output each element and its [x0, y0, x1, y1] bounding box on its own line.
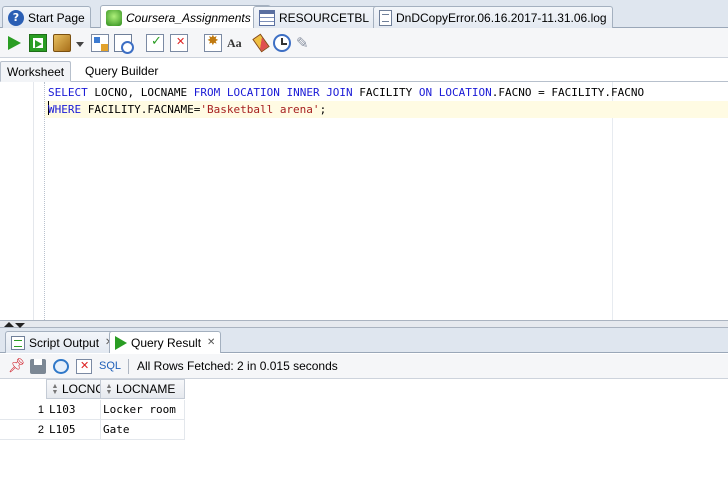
explain-plan-icon[interactable]: [91, 34, 109, 52]
worksheet-subtab-bar: Worksheet Query Builder: [0, 58, 728, 82]
cell-locno[interactable]: L105: [46, 420, 101, 440]
sql-line-2[interactable]: WHERE FACILITY.FACNAME='Basketball arena…: [45, 101, 728, 118]
sql-keyword: SELECT: [48, 86, 88, 99]
sort-icon: ▲ ▼: [51, 382, 59, 396]
tab-label: RESOURCETBL: [279, 10, 370, 25]
fetch-status-text: All Rows Fetched: 2 in 0.015 seconds: [137, 359, 338, 373]
sql-keyword: INNER JOIN: [286, 86, 353, 99]
sql-editor[interactable]: SELECT LOCNO, LOCNAME FROM LOCATION INNE…: [0, 82, 728, 320]
column-header-locname[interactable]: ▲ ▼ LOCNAME: [100, 379, 185, 399]
sql-tuning-icon[interactable]: [204, 33, 222, 52]
log-file-icon: [379, 9, 392, 26]
to-upper-lower-case-icon[interactable]: Aa: [227, 34, 247, 52]
sql-keyword: ON: [418, 86, 433, 99]
row-number: 2: [37, 424, 44, 436]
tab-dnd-copy-error-log[interactable]: DnDCopyError.06.16.2017-11.31.06.log: [373, 6, 613, 28]
sql-text: ;: [319, 103, 327, 116]
worksheet-toolbar: Aa ✎: [0, 28, 728, 58]
tab-worksheet[interactable]: Worksheet: [0, 61, 72, 82]
tab-label: DnDCopyError.06.16.2017-11.31.06.log: [396, 10, 607, 25]
rollback-icon[interactable]: [170, 34, 188, 52]
output-tab-bar: Script Output ✕ Query Result ✕: [0, 328, 728, 353]
result-grid: ▲ ▼ LOCNO ▲ ▼ LOCNAME 1 L103 Locker room 2 L…: [0, 379, 728, 488]
print-icon[interactable]: [30, 359, 46, 374]
sql-text: FACILITY: [352, 86, 419, 99]
cell-locname[interactable]: Locker room: [100, 400, 185, 420]
tab-label: Start Page: [28, 10, 85, 25]
table-row[interactable]: 2 L105 Gate: [0, 420, 185, 440]
run-script-icon[interactable]: [29, 34, 47, 52]
clear-icon[interactable]: [252, 33, 270, 53]
tab-coursera-assignments[interactable]: Coursera_Assignments ✕: [100, 5, 272, 29]
sql-keyword: LOCATION: [226, 86, 280, 99]
autotrace-commit-icon[interactable]: [53, 34, 71, 52]
tools-icon[interactable]: ✎: [296, 34, 314, 52]
dropdown-arrow-icon[interactable]: [76, 42, 84, 47]
column-header-label: LOCNAME: [116, 382, 176, 396]
sql-line-1[interactable]: SELECT LOCNO, LOCNAME FROM LOCATION INNE…: [48, 84, 644, 101]
close-tab-icon[interactable]: ✕: [207, 337, 215, 348]
panel-splitter[interactable]: [0, 320, 728, 328]
tab-script-output[interactable]: Script Output ✕: [5, 331, 120, 353]
sql-history-icon[interactable]: [273, 34, 291, 52]
tab-query-result[interactable]: Query Result ✕: [109, 331, 222, 353]
cell-locname[interactable]: Gate: [100, 420, 185, 440]
refresh-icon[interactable]: [53, 359, 69, 374]
sql-text: .FACNO = FACILITY.FACNO: [491, 86, 645, 99]
database-connection-icon: [106, 9, 122, 26]
sort-icon: ▲ ▼: [105, 382, 113, 396]
table-icon: [259, 9, 275, 26]
delete-icon[interactable]: [76, 359, 92, 374]
sql-keyword: WHERE: [48, 103, 82, 116]
commit-icon[interactable]: [146, 34, 164, 52]
tab-label: Coursera_Assignments: [126, 10, 251, 25]
column-header-locno[interactable]: ▲ ▼ LOCNO: [46, 379, 105, 399]
result-toolbar: 📌︎ SQL All Rows Fetched: 2 in 0.015 seco…: [0, 354, 728, 379]
tab-query-builder[interactable]: Query Builder: [79, 61, 164, 82]
line-gutter: [0, 82, 34, 320]
toolbar-separator: [128, 359, 129, 374]
cell-locno[interactable]: L103: [46, 400, 101, 420]
sql-keyword: LOCATION: [438, 86, 492, 99]
column-header-label: LOCNO: [62, 382, 105, 396]
maximize-up-icon[interactable]: [4, 322, 14, 327]
sql-keyword: FROM: [193, 86, 221, 99]
tab-start-page[interactable]: ? Start Page: [2, 6, 91, 28]
script-output-icon: [11, 335, 25, 350]
sql-text: LOCNO, LOCNAME: [87, 86, 194, 99]
autotrace-icon[interactable]: [114, 34, 134, 54]
tab-label: Query Result: [131, 335, 202, 350]
sql-string-literal: 'Basketball arena': [200, 103, 320, 116]
row-number: 1: [37, 404, 44, 416]
table-row[interactable]: 1 L103 Locker room: [0, 400, 185, 420]
sql-link[interactable]: SQL: [99, 359, 121, 374]
tab-resourcetbl[interactable]: RESOURCETBL ✕: [253, 6, 390, 28]
help-icon: ?: [8, 9, 24, 26]
pin-icon[interactable]: 📌︎: [8, 359, 26, 374]
run-statement-icon[interactable]: [8, 36, 21, 50]
query-result-icon: [115, 335, 127, 350]
tab-label: Script Output: [29, 335, 100, 350]
sql-text: FACILITY.FACNAME=: [81, 103, 201, 116]
editor-tab-bar: ? Start Page Coursera_Assignments ✕ RESO…: [0, 0, 728, 29]
